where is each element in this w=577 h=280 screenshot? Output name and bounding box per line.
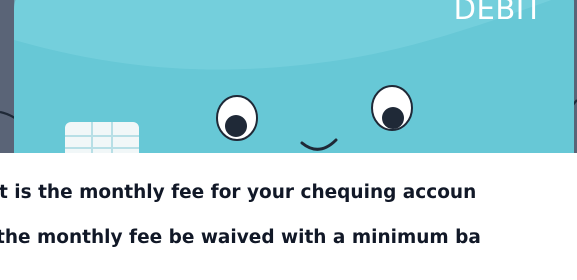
left-eye [216, 95, 258, 141]
card-chip [65, 122, 139, 153]
right-eye [371, 85, 413, 131]
debit-card-illustration: DEBIT [0, 0, 577, 153]
question-monthly-fee: t is the monthly fee for your chequing a… [0, 182, 477, 203]
question-fee-waived: the monthly fee be waived with a minimum… [0, 227, 481, 248]
faq-questions: t is the monthly fee for your chequing a… [0, 153, 577, 280]
